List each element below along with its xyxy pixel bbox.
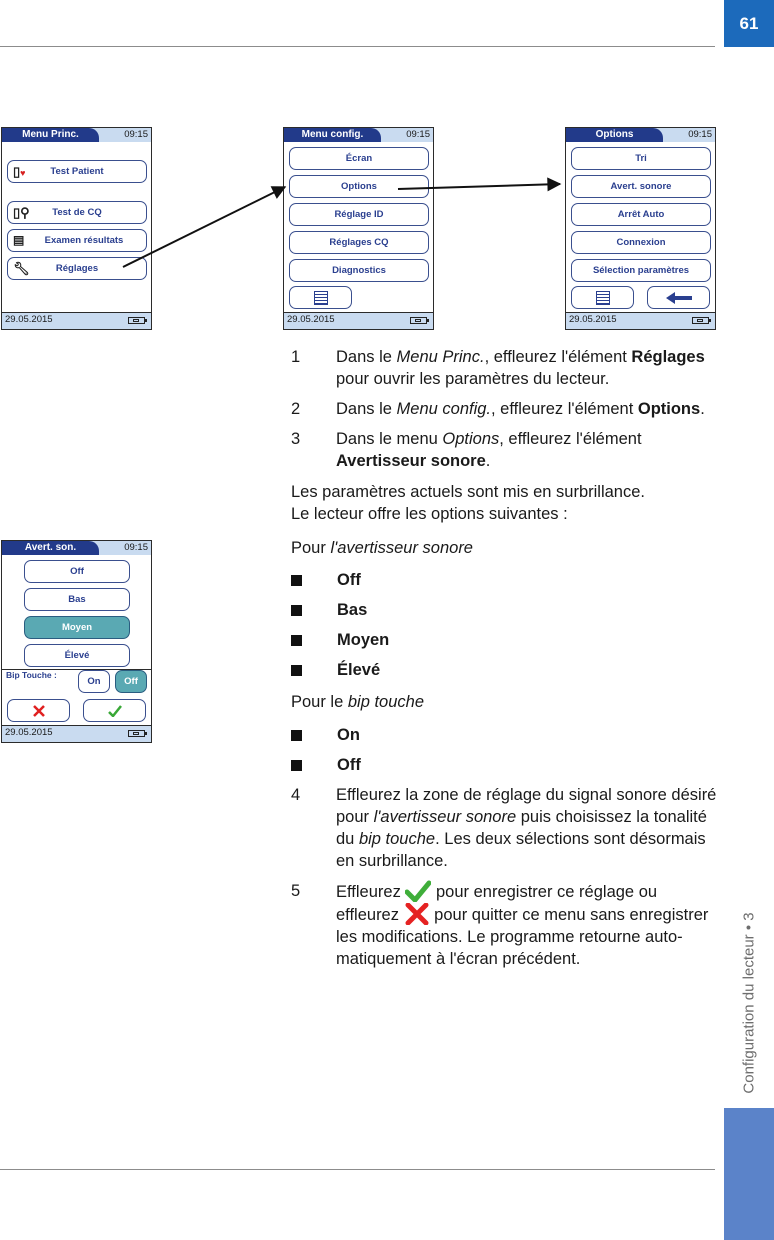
step-5: 5 Effleurez pour enregistrer ce réglage … bbox=[291, 880, 709, 968]
key-beep-off-button[interactable]: Off bbox=[115, 670, 147, 693]
keybeep-heading: Pour le bip touche bbox=[291, 693, 425, 711]
step-1: 1 Dans le Menu Princ., effleurez l'éléme… bbox=[291, 348, 705, 388]
intro-text: Les paramètres actuels sont mis en surbr… bbox=[291, 483, 645, 523]
screen-footer: 29.05.2015 bbox=[2, 725, 151, 742]
cross-icon bbox=[32, 704, 45, 717]
bullet-keybeep-off: Off bbox=[291, 756, 361, 775]
clock: 09:15 bbox=[124, 542, 148, 553]
flow-arrows bbox=[122, 177, 562, 268]
arrow-to-config bbox=[122, 186, 287, 268]
battery-icon bbox=[128, 730, 147, 737]
bullet-beeper-low: Bas bbox=[291, 601, 367, 620]
bullet-beeper-high: Élevé bbox=[291, 661, 380, 680]
cross-icon bbox=[405, 903, 429, 925]
bullet-beeper-medium: Moyen bbox=[291, 631, 389, 650]
step-2: 2 Dans le Menu config., effleurez l'élém… bbox=[291, 400, 705, 418]
check-icon bbox=[405, 880, 432, 902]
cancel-button[interactable] bbox=[7, 699, 70, 722]
beeper-low-button[interactable]: Bas bbox=[24, 588, 130, 611]
chapter-title: Configuration du lecteur • 3 bbox=[740, 912, 758, 1094]
date: 29.05.2015 bbox=[5, 727, 53, 738]
step-3: 3 Dans le menu Options, effleurez l'élém… bbox=[291, 430, 642, 470]
key-beep-label: Bip Touche : bbox=[6, 670, 57, 680]
screen-beeper-menu: Avert. son. 09:15 Off Bas Moyen Élevé Bi… bbox=[1, 540, 152, 743]
bullet-beeper-off: Off bbox=[291, 571, 361, 590]
confirm-button[interactable] bbox=[83, 699, 146, 722]
beeper-off-button[interactable]: Off bbox=[24, 560, 130, 583]
arrow-to-options bbox=[397, 177, 562, 192]
check-icon bbox=[107, 704, 122, 717]
bullet-keybeep-on: On bbox=[291, 726, 360, 745]
beeper-high-button[interactable]: Élevé bbox=[24, 644, 130, 667]
bottom-rule bbox=[0, 1169, 715, 1170]
beeper-heading: Pour l'avertisseur sonore bbox=[291, 539, 473, 557]
screen-header: Avert. son. 09:15 bbox=[2, 541, 151, 555]
key-beep-on-button[interactable]: On bbox=[78, 670, 110, 693]
step-4: 4 Effleurez la zone de réglage du signal… bbox=[291, 786, 717, 870]
beeper-medium-button[interactable]: Moyen bbox=[24, 616, 130, 639]
chapter-tab bbox=[724, 1108, 774, 1240]
screen-title: Avert. son. bbox=[2, 541, 99, 555]
